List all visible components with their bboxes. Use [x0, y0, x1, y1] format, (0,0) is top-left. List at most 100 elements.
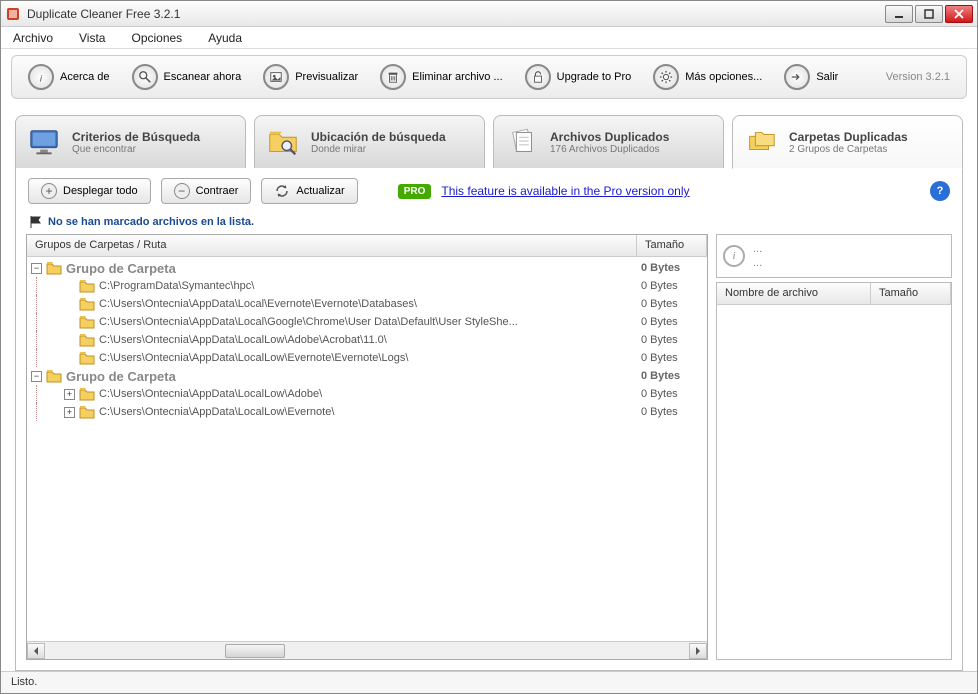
search-icon	[132, 64, 158, 90]
about-button[interactable]: i Acerca de	[20, 60, 118, 94]
group-size: 0 Bytes	[641, 262, 703, 274]
info-icon[interactable]: i	[723, 245, 745, 267]
maximize-button[interactable]	[915, 5, 943, 23]
tree-header: Grupos de Carpetas / Ruta Tamaño	[27, 235, 707, 257]
image-icon	[263, 64, 289, 90]
group-size: 0 Bytes	[641, 370, 703, 382]
exit-button[interactable]: Salir	[776, 60, 846, 94]
menu-opciones[interactable]: Opciones	[127, 29, 186, 47]
col-size[interactable]: Tamaño	[637, 235, 707, 256]
folder-icon	[79, 297, 95, 311]
item-size: 0 Bytes	[641, 388, 703, 400]
menubar: Archivo Vista Opciones Ayuda	[1, 27, 977, 49]
item-path: C:\Users\Ontecnia\AppData\LocalLow\Evern…	[99, 406, 641, 418]
tab-title: Ubicación de búsqueda	[311, 130, 446, 144]
group-label: Grupo de Carpeta	[66, 369, 641, 384]
folder-tree[interactable]: −Grupo de Carpeta0 BytesC:\ProgramData\S…	[27, 257, 707, 641]
scroll-left-button[interactable]	[27, 643, 45, 659]
tree-group[interactable]: − Grupo de Carpeta0 Bytes	[27, 259, 707, 277]
item-path: C:\Users\Ontecnia\AppData\LocalLow\Adobe…	[99, 388, 641, 400]
lock-icon	[525, 64, 551, 90]
tab-search-criteria[interactable]: Criterios de Búsqueda Que encontrar	[15, 115, 246, 169]
expand-all-button[interactable]: + Desplegar todo	[28, 178, 151, 204]
exit-label: Salir	[816, 71, 838, 83]
menu-ayuda[interactable]: Ayuda	[204, 29, 246, 47]
refresh-button[interactable]: Actualizar	[261, 178, 357, 204]
more-options-button[interactable]: Más opciones...	[645, 60, 770, 94]
plus-icon: +	[41, 183, 57, 199]
tree-item[interactable]: C:\Users\Ontecnia\AppData\LocalLow\Evern…	[27, 349, 707, 367]
item-size: 0 Bytes	[641, 316, 703, 328]
item-path: C:\Users\Ontecnia\AppData\LocalLow\Adobe…	[99, 334, 641, 346]
minus-icon: −	[174, 183, 190, 199]
scan-label: Escanear ahora	[164, 71, 242, 83]
pro-link[interactable]: This feature is available in the Pro ver…	[441, 184, 689, 198]
folder-icon	[79, 333, 95, 347]
folder-icon	[46, 261, 62, 275]
app-icon	[5, 6, 21, 22]
item-path: C:\Users\Ontecnia\AppData\Local\Google\C…	[99, 316, 641, 328]
file-table: Nombre de archivo Tamaño	[716, 282, 952, 660]
tree-item[interactable]: + C:\Users\Ontecnia\AppData\LocalLow\Ever…	[27, 403, 707, 421]
about-label: Acerca de	[60, 71, 110, 83]
folder-icon	[79, 351, 95, 365]
scan-button[interactable]: Escanear ahora	[124, 60, 250, 94]
collapse-button[interactable]: − Contraer	[161, 178, 252, 204]
item-size: 0 Bytes	[641, 298, 703, 310]
menu-archivo[interactable]: Archivo	[9, 29, 57, 47]
tab-sub: 2 Grupos de Carpetas	[789, 144, 908, 155]
tab-duplicate-folders[interactable]: Carpetas Duplicadas 2 Grupos de Carpetas	[732, 115, 963, 169]
tab-duplicate-files[interactable]: Archivos Duplicados 176 Archivos Duplica…	[493, 115, 724, 169]
tree-item[interactable]: + C:\Users\Ontecnia\AppData\LocalLow\Adob…	[27, 385, 707, 403]
tab-sub: 176 Archivos Duplicados	[550, 144, 669, 155]
col-filename[interactable]: Nombre de archivo	[717, 283, 871, 304]
item-size: 0 Bytes	[641, 334, 703, 346]
menu-vista[interactable]: Vista	[75, 29, 109, 47]
flag-icon	[30, 216, 44, 228]
tree-item[interactable]: C:\ProgramData\Symantec\hpc\0 Bytes	[27, 277, 707, 295]
file-table-body[interactable]	[717, 305, 951, 659]
tab-search-location[interactable]: Ubicación de búsqueda Donde mirar	[254, 115, 485, 169]
statusbar: Listo.	[1, 671, 977, 693]
exit-icon	[784, 64, 810, 90]
expand-toggle[interactable]: +	[64, 407, 75, 418]
col-path[interactable]: Grupos de Carpetas / Ruta	[27, 235, 637, 256]
status-note: No se han marcado archivos en la lista.	[16, 214, 962, 234]
version-label: Version 3.2.1	[886, 71, 958, 83]
trash-icon	[380, 64, 406, 90]
tab-title: Criterios de Búsqueda	[72, 130, 200, 144]
expand-toggle[interactable]: +	[64, 389, 75, 400]
upgrade-button[interactable]: Upgrade to Pro	[517, 60, 640, 94]
item-path: C:\Users\Ontecnia\AppData\Local\Evernote…	[99, 298, 641, 310]
remove-label: Eliminar archivo ...	[412, 71, 502, 83]
item-size: 0 Bytes	[641, 352, 703, 364]
upgrade-label: Upgrade to Pro	[557, 71, 632, 83]
tree-item[interactable]: C:\Users\Ontecnia\AppData\Local\Evernote…	[27, 295, 707, 313]
collapse-toggle[interactable]: −	[31, 371, 42, 382]
monitor-icon	[26, 124, 62, 160]
remove-button[interactable]: Eliminar archivo ...	[372, 60, 510, 94]
tab-title: Carpetas Duplicadas	[789, 130, 908, 144]
refresh-icon	[274, 183, 290, 199]
group-label: Grupo de Carpeta	[66, 261, 641, 276]
tree-item[interactable]: C:\Users\Ontecnia\AppData\Local\Google\C…	[27, 313, 707, 331]
folder-icon	[79, 405, 95, 419]
scroll-thumb[interactable]	[225, 644, 285, 658]
help-button[interactable]: ?	[930, 181, 950, 201]
collapse-toggle[interactable]: −	[31, 263, 42, 274]
item-size: 0 Bytes	[641, 280, 703, 292]
tree-group[interactable]: − Grupo de Carpeta0 Bytes	[27, 367, 707, 385]
minimize-button[interactable]	[885, 5, 913, 23]
col-filesize[interactable]: Tamaño	[871, 283, 951, 304]
scroll-track[interactable]	[45, 643, 689, 659]
tab-sub: Donde mirar	[311, 144, 446, 155]
tree-item[interactable]: C:\Users\Ontecnia\AppData\LocalLow\Adobe…	[27, 331, 707, 349]
info-dashes: ... ...	[753, 242, 762, 271]
h-scrollbar[interactable]	[27, 641, 707, 659]
preview-button[interactable]: Previsualizar	[255, 60, 366, 94]
close-button[interactable]	[945, 5, 973, 23]
right-panel: i ... ... Nombre de archivo Tamaño	[716, 234, 952, 660]
scroll-right-button[interactable]	[689, 643, 707, 659]
pro-badge: PRO	[398, 184, 432, 199]
info-box: i ... ...	[716, 234, 952, 278]
